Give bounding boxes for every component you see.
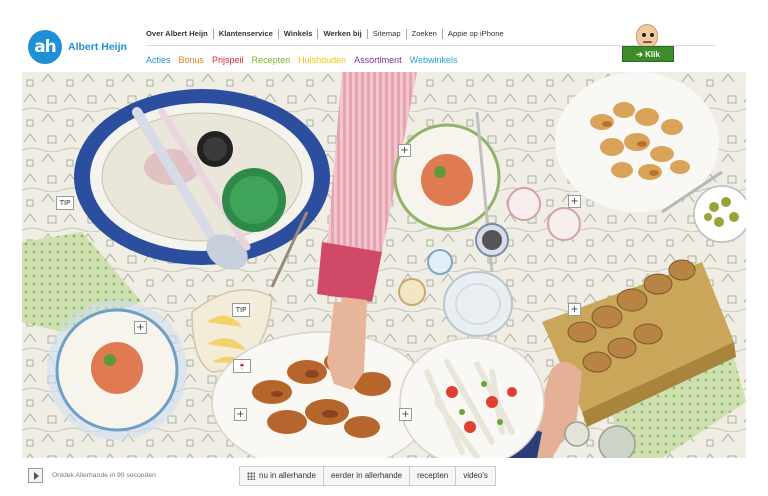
play-video-button[interactable] bbox=[28, 468, 43, 483]
hero-image: TIP + + TIP + + 🍷 + + bbox=[22, 72, 746, 458]
appie-klik-widget[interactable]: ➔ Klik bbox=[622, 24, 674, 64]
plus-marker-vegetables[interactable]: + bbox=[399, 408, 412, 421]
plus-marker-tartare[interactable]: + bbox=[398, 144, 411, 157]
nav-prijspeil[interactable]: Prijspeil bbox=[212, 55, 244, 65]
plus-marker-potatoes[interactable]: + bbox=[568, 195, 581, 208]
klik-button[interactable]: ➔ Klik bbox=[622, 46, 674, 62]
nav-assortiment[interactable]: Assortiment bbox=[354, 55, 402, 65]
tab-nu-in-allerhande[interactable]: nu in allerhande bbox=[240, 467, 324, 485]
topnav-zoeken[interactable]: Zoeken bbox=[407, 29, 443, 39]
topnav-over-albert-heijn[interactable]: Over Albert Heijn bbox=[146, 29, 214, 39]
nav-webwinkels[interactable]: Webwinkels bbox=[410, 55, 458, 65]
allerhande-tabs: nu in allerhande eerder in allerhande re… bbox=[239, 466, 496, 486]
ah-logo-icon: ah bbox=[28, 30, 62, 64]
dinner-table-illustration bbox=[22, 72, 746, 458]
tab-label: nu in allerhande bbox=[259, 471, 316, 480]
play-video-label[interactable]: Ontdek Allerhande in 90 seconden bbox=[52, 472, 156, 479]
tab-eerder-in-allerhande[interactable]: eerder in allerhande bbox=[324, 467, 411, 485]
wine-glass-icon[interactable]: 🍷 bbox=[233, 359, 251, 373]
appie-mascot-icon bbox=[636, 24, 658, 48]
albert-heijn-logo[interactable]: ah Albert Heijn bbox=[28, 30, 127, 64]
topnav-sitemap[interactable]: Sitemap bbox=[368, 29, 407, 39]
topnav-werken-bij[interactable]: Werken bij bbox=[318, 29, 368, 39]
plus-marker-left-plate[interactable]: + bbox=[134, 321, 147, 334]
tip-marker-1[interactable]: TIP bbox=[56, 196, 74, 210]
nav-acties[interactable]: Acties bbox=[146, 55, 171, 65]
topnav-klantenservice[interactable]: Klantenservice bbox=[214, 29, 279, 39]
tab-videos[interactable]: video's bbox=[456, 467, 495, 485]
topnav-appie-op-iphone[interactable]: Appie op iPhone bbox=[443, 29, 509, 39]
top-navigation: Over Albert Heijn Klantenservice Winkels… bbox=[146, 28, 509, 40]
main-navigation: Acties Bonus Prijspeil Recepten Huishoud… bbox=[146, 55, 466, 65]
nav-bonus[interactable]: Bonus bbox=[179, 55, 205, 65]
topnav-winkels[interactable]: Winkels bbox=[279, 29, 319, 39]
page: ah Albert Heijn Over Albert Heijn Klante… bbox=[0, 0, 768, 496]
plus-marker-chicken[interactable]: + bbox=[234, 408, 247, 421]
nav-huishouden[interactable]: Huishouden bbox=[298, 55, 346, 65]
grid-icon bbox=[247, 472, 255, 480]
tab-recepten[interactable]: recepten bbox=[410, 467, 457, 485]
nav-recepten[interactable]: Recepten bbox=[252, 55, 291, 65]
plus-marker-bruschetta[interactable]: + bbox=[568, 303, 581, 316]
tip-marker-2[interactable]: TIP bbox=[232, 303, 250, 317]
brand-name: Albert Heijn bbox=[68, 41, 127, 53]
